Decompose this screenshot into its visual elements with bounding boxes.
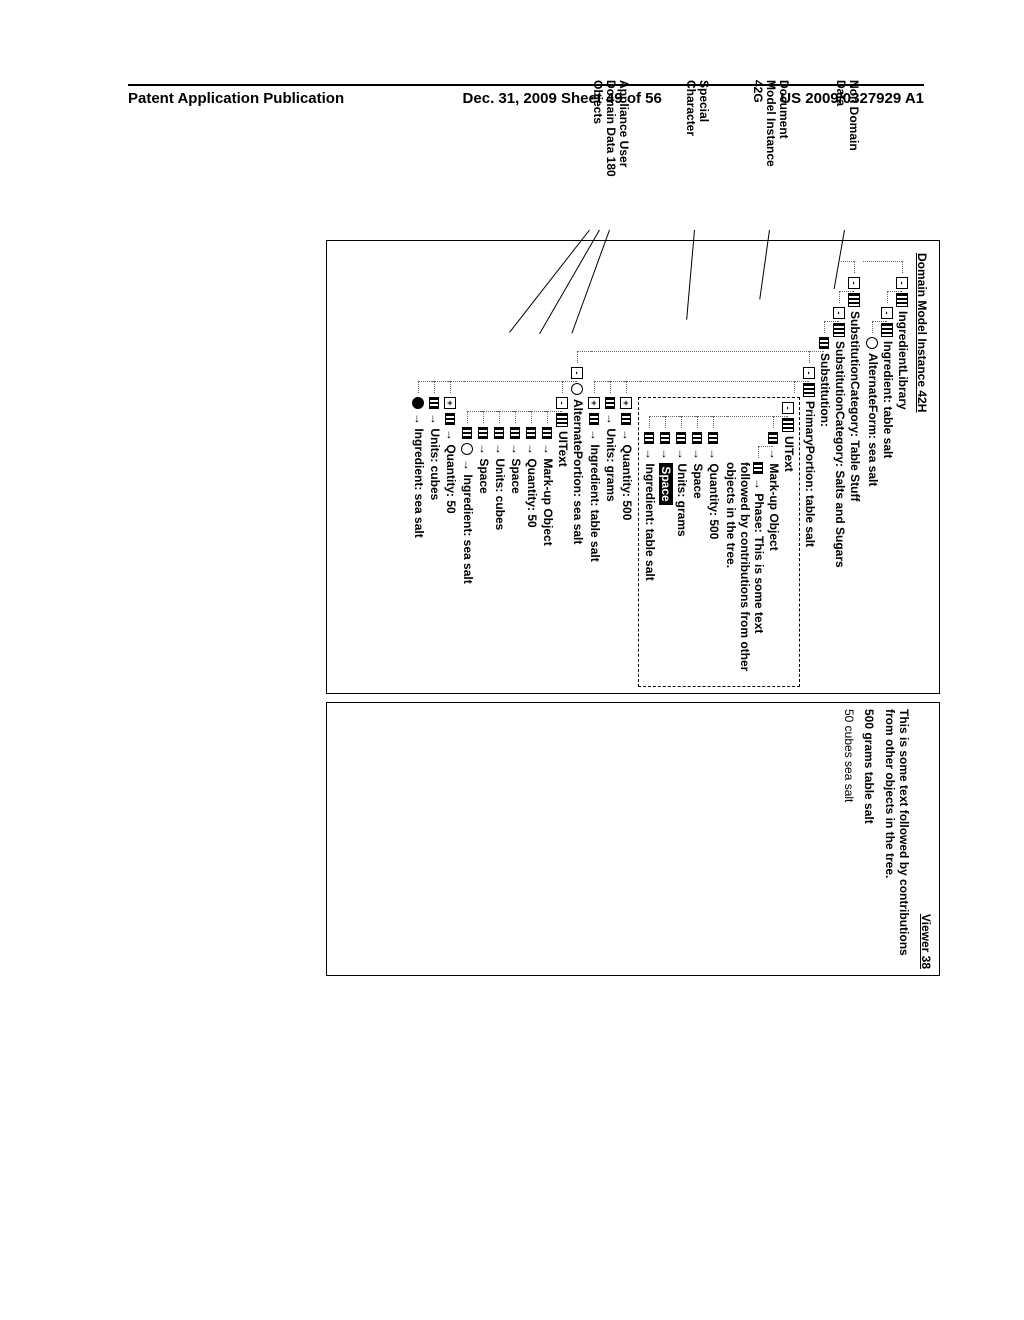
node-qty-500-a[interactable]: Quantity: 500 [706,416,722,682]
node-substitution[interactable]: Substitution: -PrimaryPortion: table sal… [409,321,833,687]
expand-icon[interactable]: - [571,367,583,379]
header-left: Patent Application Publication [128,90,344,107]
viewer-paragraph: This is some text followed by contributi… [882,709,911,969]
node-units-cubes-a[interactable]: Units: cubes [492,411,508,687]
object-icon [429,397,439,409]
circle-icon [412,397,424,409]
node-ingredient-table-salt-3[interactable]: +Ingredient: table salt [587,381,603,687]
expand-icon[interactable]: + [588,397,600,409]
viewer-panel: Viewer 38 This is some text followed by … [326,702,940,976]
uitext-dashed-group: -UIText Mark-up Object Phase: This is so… [638,397,800,687]
expand-icon[interactable]: + [444,397,456,409]
viewer-title: Viewer 38 [919,709,933,969]
node-ingredient-table-salt-2[interactable]: Ingredient: table salt [642,416,658,682]
object-icon [445,413,455,425]
node-markup-2[interactable]: Mark-up Object [540,411,556,687]
node-qty-50-a[interactable]: Quantity: 50 [524,411,540,687]
node-ingredient-library[interactable]: -IngredientLibrary -Ingredient: table sa… [863,261,911,687]
expand-icon[interactable]: - [556,397,568,409]
node-qty-500-b[interactable]: +Quantity: 500 [619,381,635,687]
node-space-b[interactable]: Space [508,411,524,687]
label-appliance-objects: Appliance UserDomain Data 180Objects [590,80,630,177]
node-space-c[interactable]: Space [476,411,492,687]
node-uitext-2[interactable]: -UIText Mark-up Object Quantity: 50 Spac… [459,381,571,687]
object-icon [542,427,552,439]
object-icon [494,427,504,439]
object-icon [644,432,654,444]
object-icon [589,413,599,425]
circle-icon [461,443,473,455]
object-icon [848,293,860,307]
expand-icon[interactable]: - [803,367,815,379]
object-icon [803,383,815,397]
node-units-grams-b[interactable]: Units: grams [603,381,619,687]
node-phase[interactable]: Phase: This is some text followed by con… [723,446,767,682]
object-icon [768,432,778,444]
node-space-a[interactable]: Space [690,416,706,682]
label-doc-model-instance: DocumentModel Instance42G [750,80,790,167]
tree-panel-title: Domain Model Instance 42H [911,247,933,687]
tree-panel: Domain Model Instance 42H -IngredientLib… [326,240,940,694]
node-ingredient-sea-salt-1[interactable]: Ingredient: sea salt [460,411,476,687]
node-markup-1[interactable]: Mark-up Object Phase: This is some text … [722,416,782,682]
node-alternate-form[interactable]: AlternateForm: sea salt [865,321,881,687]
circle-icon [866,337,878,349]
object-icon [782,418,794,432]
node-units-cubes-b[interactable]: Units: cubes [427,381,443,687]
node-alternate-portion[interactable]: -AlternatePortion: sea salt -UIText Mark… [410,351,586,687]
viewer-line-2: 50 cubes sea salt [841,709,855,969]
viewer-line-1: 500 grams table salt [862,709,876,969]
object-icon [478,427,488,439]
object-icon [692,432,702,444]
page-header: Patent Application Publication Dec. 31, … [128,84,924,107]
model-tree[interactable]: -IngredientLibrary -Ingredient: table sa… [407,247,911,687]
circle-icon [571,383,583,395]
node-subcat-salts-sugars[interactable]: -SubstitutionCategory: Salts and Sugars … [408,291,848,687]
node-primary-portion[interactable]: -PrimaryPortion: table salt -UIText [586,351,818,687]
figure-rotated-stage: Non DomainData DocumentModel Instance42G… [90,240,940,1010]
object-icon [881,323,893,337]
expand-icon[interactable]: - [896,277,908,289]
expand-icon[interactable]: - [782,402,794,414]
object-icon [753,462,763,474]
node-subcat-table-stuff[interactable]: -SubstitutionCategory: Table Stuff -Subs… [407,261,863,687]
label-special-character: SpecialCharacter [684,80,710,136]
object-icon [676,432,686,444]
object-icon [462,427,472,439]
object-icon [896,293,908,307]
page: Patent Application Publication Dec. 31, … [0,0,1024,1320]
node-units-grams-a[interactable]: Units: grams [674,416,690,682]
object-icon [605,397,615,409]
expand-icon[interactable]: + [620,397,632,409]
node-ingredient-table-salt[interactable]: -Ingredient: table salt AlternateForm: s… [864,291,896,687]
panels-row: Domain Model Instance 42H -IngredientLib… [326,240,940,1010]
header-center: Dec. 31, 2009 Sheet 49 of 56 [463,90,662,107]
object-icon [621,413,631,425]
object-icon [660,432,670,444]
node-uitext-1[interactable]: -UIText Mark-up Object Phase: This is so… [635,381,803,687]
object-icon [556,413,568,427]
expand-icon[interactable]: - [881,307,893,319]
node-qty-50-b[interactable]: +Quantity: 50 [443,381,459,687]
object-icon [833,323,845,337]
node-ingredient-sea-salt-2[interactable]: Ingredient: sea salt [411,381,427,687]
object-icon [708,432,718,444]
expand-icon[interactable]: - [833,307,845,319]
object-icon [819,337,829,349]
object-icon [510,427,520,439]
expand-icon[interactable]: - [848,277,860,289]
object-icon [526,427,536,439]
label-non-domain-data: Non DomainData [834,80,860,151]
node-space-highlight[interactable]: → Space [658,416,674,682]
